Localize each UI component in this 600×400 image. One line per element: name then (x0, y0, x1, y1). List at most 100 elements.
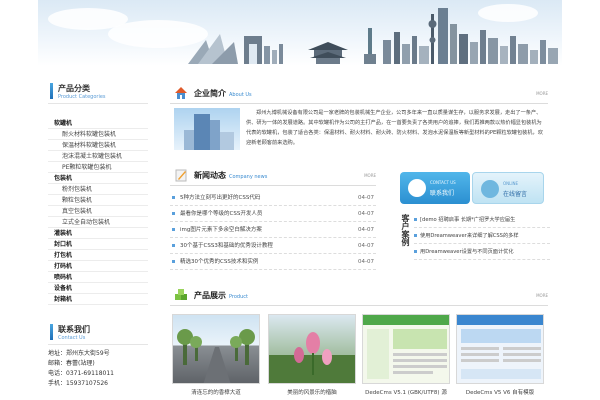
product-item[interactable]: DedeCms V5 V6 自有模版 (456, 314, 544, 396)
contact-header: 联系我们 Contact Us (48, 315, 148, 345)
contact-button-en: CONTACT US (430, 180, 456, 185)
category-item[interactable]: 灌装机 (48, 228, 148, 239)
divider (170, 185, 376, 186)
bullet-icon (172, 260, 175, 263)
subcategory-item[interactable]: PE颗粒软罐包装机 (48, 162, 148, 173)
subcategory-item[interactable]: 泡沫混凝土软罐包装机 (48, 151, 148, 162)
news-date: 04-07 (358, 211, 374, 217)
news-title[interactable]: 5种方法立刻写出更好的CSS代码 (180, 195, 260, 201)
home-icon (175, 87, 187, 99)
phone-icon (408, 179, 426, 197)
header-banner (38, 0, 562, 66)
category-item[interactable]: 封箱机 (48, 294, 148, 305)
about-more-link[interactable]: MORE (536, 91, 548, 96)
page-body: 产品分类 Product Categories 软罐机 耐火材料软罐包装机 保温材料… (38, 66, 562, 400)
subcategory-item[interactable]: 真空包装机 (48, 206, 148, 217)
contact-phone: 电话：0371-69118011 (48, 370, 114, 377)
product-grid: 清连忘的的香樟大道 美丽的风景乐的楷脑 DedeCms V5.1 (GBK/UT… (166, 314, 552, 400)
product-caption: 清连忘的的香樟大道 (191, 390, 241, 396)
news-list: 5种方法立刻写出更好的CSS代码 04-07 最看你是哪个等级的CSS开发人员 04-… (166, 190, 380, 270)
news-title: 新闻动态 Company news (194, 171, 268, 180)
categories-title: 产品分类 (58, 84, 90, 93)
bullet-icon (172, 228, 175, 231)
products-header: 产品展示 Product MORE (166, 286, 552, 306)
online-message-button[interactable]: ONLINE 在线留言 (472, 172, 544, 204)
online-button-cn: 在线留言 (503, 191, 528, 198)
bullet-icon (414, 218, 417, 221)
categories-subtitle: Product Categories (58, 94, 106, 100)
case-title[interactable]: 用Dreamweaver设置与不同页面计优化 (420, 249, 514, 255)
products-section: 产品展示 Product MORE 清连忘的的香樟大道 美丽的风景乐的楷脑 De… (166, 286, 552, 400)
case-title[interactable]: 使用Dreamweaver来详细了解CSS的多样 (420, 233, 519, 239)
contact-info: 地址：郑州东大街59号 邮箱：春蕾(站理) 电话：0371-69118011 手… (48, 349, 148, 389)
about-header: 企业简介 About Us MORE (166, 84, 552, 104)
product-item[interactable]: 美丽的风景乐的楷脑 (268, 314, 356, 396)
case-item[interactable]: [demo 招聘启事 长期*广招罗大学应届生 (414, 212, 550, 228)
news-item[interactable]: img图片元素下多余空白解决方案 04-07 (170, 222, 376, 238)
about-title: 企业简介 About Us (194, 89, 252, 98)
category-item[interactable]: 设备机 (48, 283, 148, 294)
bullet-icon (172, 244, 175, 247)
case-list: [demo 招聘启事 长期*广招罗大学应届生 使用Dreamweaver来详细了解… (414, 212, 550, 260)
case-title[interactable]: [demo 招聘启事 长期*广招罗大学应届生 (420, 217, 515, 223)
news-title[interactable]: img图片元素下多余空白解决方案 (180, 227, 262, 233)
category-item[interactable]: 封口机 (48, 239, 148, 250)
news-section: 新闻动态 Company news MORE 5种方法立刻写出更好的CSS代码 04… (166, 166, 380, 270)
product-item[interactable]: DedeCms V5.1 (GBK/UTF8) 源 (362, 314, 450, 396)
subcategory-item[interactable]: 粉剂包装机 (48, 184, 148, 195)
bullet-icon (172, 212, 175, 215)
category-item[interactable]: 软罐机 (48, 118, 148, 129)
about-text: 郑州九博机械设备有限公司是一家老牌的包装机械生产企业，公司多年来一直以质量谋生存… (246, 110, 543, 146)
case-item[interactable]: 使用Dreamweaver来详细了解CSS的多样 (414, 228, 550, 244)
subcategory-item[interactable]: 立式全自动包装机 (48, 217, 148, 228)
category-item[interactable]: 打码机 (48, 261, 148, 272)
side-box: CONTACT US 联系我们 ONLINE 在线留言 客户案例 [demo 招… (398, 172, 550, 268)
customer-cases: 客户案例 [demo 招聘启事 长期*广招罗大学应届生 使用Dreamweaver… (398, 212, 550, 268)
news-item[interactable]: 30个基于CSS3和基础的优秀设计教程 04-07 (170, 238, 376, 254)
contact-mobile: 手机：15937107526 (48, 380, 108, 387)
product-caption: 美丽的风景乐的楷脑 (287, 390, 337, 396)
contact-title: 联系我们 (58, 325, 90, 334)
product-caption: DedeCms V5 V6 自有模版 (465, 390, 535, 396)
contact-us-button[interactable]: CONTACT US 联系我们 (400, 172, 470, 204)
main-content: 企业简介 About Us MORE 郑州九博机械设备有限公司是一家老牌的包装机械… (166, 84, 552, 396)
product-image-template-green (362, 314, 450, 384)
quick-buttons: CONTACT US 联系我们 ONLINE 在线留言 (398, 172, 550, 204)
product-item[interactable]: 清连忘的的香樟大道 (172, 314, 260, 396)
news-date: 04-07 (358, 243, 374, 249)
subcategory-item[interactable]: 保温材料软罐包装机 (48, 140, 148, 151)
case-item[interactable]: 用Dreamweaver设置与不同页面计优化 (414, 244, 550, 260)
products-more-link[interactable]: MORE (536, 293, 548, 298)
header-accent-bar (50, 83, 53, 99)
contact-subtitle: Contact Us (58, 335, 86, 341)
news-title[interactable]: 精选30个优秀的CSS技术和实例 (180, 259, 258, 265)
bullet-icon (414, 250, 417, 253)
category-item[interactable]: 打包机 (48, 250, 148, 261)
news-more-link[interactable]: MORE (364, 173, 376, 178)
news-title[interactable]: 最看你是哪个等级的CSS开发人员 (180, 211, 262, 217)
products-title: 产品展示 Product (194, 291, 248, 300)
contact-email: 邮箱：春蕾(站理) (48, 360, 95, 367)
chat-icon (481, 180, 499, 198)
online-button-en: ONLINE (503, 181, 519, 186)
product-image-flowers (268, 314, 356, 384)
subcategory-item[interactable]: 颗粒包装机 (48, 195, 148, 206)
categories-header: 产品分类 Product Categories (48, 74, 148, 104)
news-item[interactable]: 5种方法立刻写出更好的CSS代码 04-07 (170, 190, 376, 206)
subcategory-item[interactable]: 耐火材料软罐包装机 (48, 129, 148, 140)
left-sidebar: 产品分类 Product Categories 软罐机 耐火材料软罐包装机 保温材料… (48, 74, 148, 389)
header-accent-bar (50, 324, 53, 340)
cases-title: 客户案例 (401, 214, 410, 246)
news-item[interactable]: 精选30个优秀的CSS技术和实例 04-07 (170, 254, 376, 270)
category-item[interactable]: 包装机 (48, 173, 148, 184)
news-date: 04-07 (358, 227, 374, 233)
product-image-template-blue (456, 314, 544, 384)
divider (170, 305, 548, 306)
category-item[interactable]: 喷码机 (48, 272, 148, 283)
news-item[interactable]: 最看你是哪个等级的CSS开发人员 04-07 (170, 206, 376, 222)
category-list: 软罐机 耐火材料软罐包装机 保温材料软罐包装机 泡沫混凝土软罐包装机 PE颗粒软罐包装机… (48, 118, 148, 305)
news-date: 04-07 (358, 195, 374, 201)
bullet-icon (414, 234, 417, 237)
product-image-road (172, 314, 260, 384)
news-title[interactable]: 30个基于CSS3和基础的优秀设计教程 (180, 243, 273, 249)
